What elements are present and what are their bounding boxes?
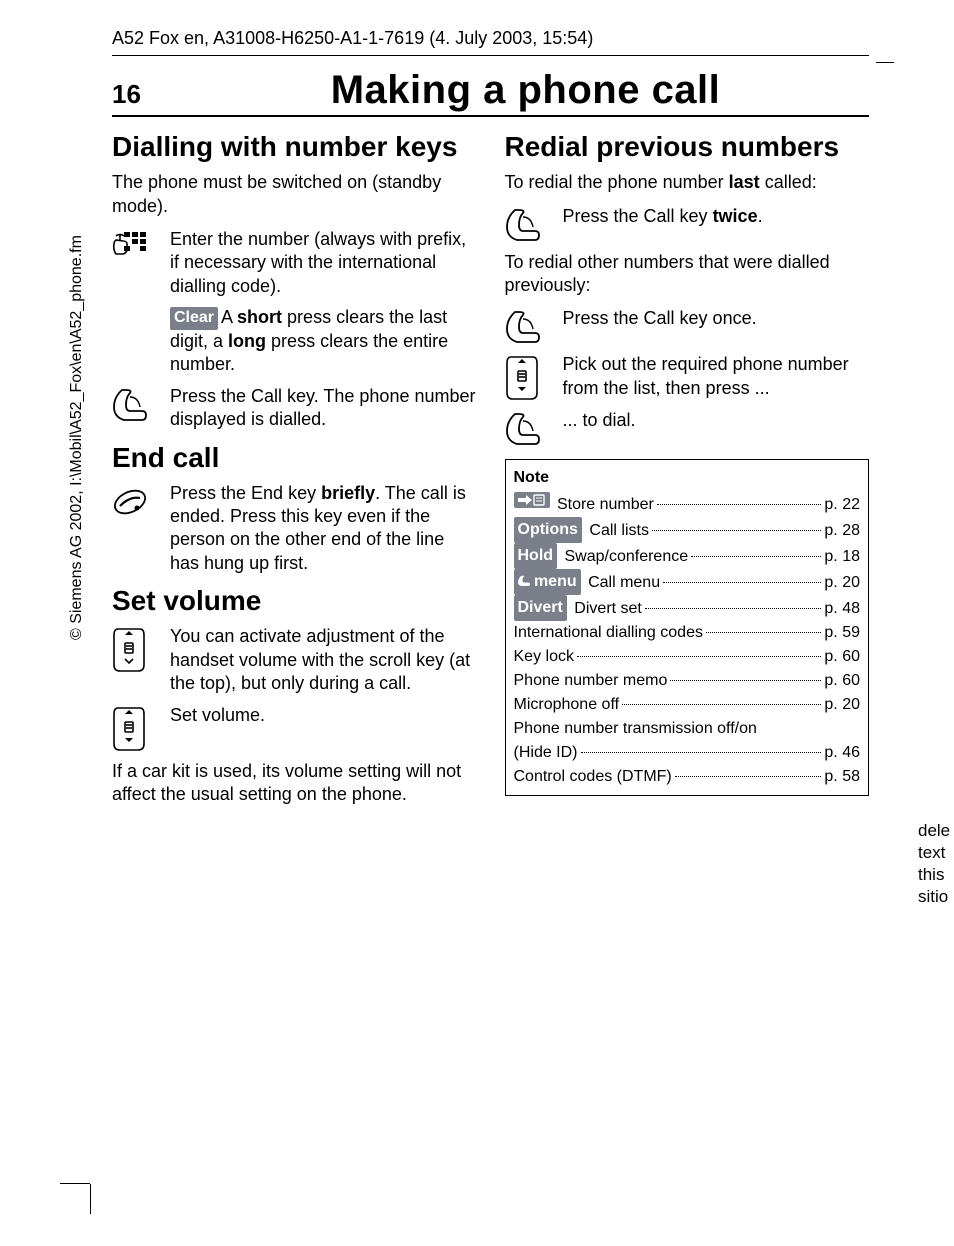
note-title: Note (514, 466, 861, 490)
note-line: Microphone offp. 20 (514, 693, 861, 717)
call-key-icon (505, 205, 563, 243)
end-key-icon (112, 482, 170, 520)
heading-redial: Redial previous numbers (505, 131, 870, 163)
heading-end-call: End call (112, 442, 477, 474)
scroll-key-icon (112, 704, 170, 752)
clear-key-label: Clear (170, 307, 218, 330)
options-label: Options (514, 517, 582, 543)
press-twice-text: Press the Call key twice. (563, 205, 870, 228)
vol-set-text: Set volume. (170, 704, 477, 727)
heading-dialling: Dialling with number keys (112, 131, 477, 163)
page-title: Making a phone call (182, 68, 869, 113)
copyright-sideways: © Siemens AG 2002, I:\Mobil\A52_Fox\en\A… (68, 140, 86, 640)
end-call-text: Press the End key briefly. The call is e… (170, 482, 477, 576)
running-head: A52 Fox en, A31008-H6250-A1-1-7619 (4. J… (112, 28, 869, 49)
head-rule (112, 55, 869, 56)
note-line: Divert Divert setp. 48 (514, 595, 861, 621)
dial-enter-text: Enter the number (always with prefix, if… (170, 229, 466, 296)
divert-label: Divert (514, 595, 567, 621)
hold-label: Hold (514, 543, 558, 569)
note-line: Key lockp. 60 (514, 645, 861, 669)
heading-set-volume: Set volume (112, 585, 477, 617)
note-line: Phone number transmission off/on(Hide ID… (514, 717, 861, 765)
note-line: International dialling codesp. 59 (514, 621, 861, 645)
right-column: Redial previous numbers To redial the ph… (505, 131, 870, 816)
vol-activate-text: You can activate adjustment of the hands… (170, 625, 477, 695)
call-menu-label: menu (514, 569, 581, 595)
pick-out-text: Pick out the required phone number from … (563, 353, 870, 400)
note-line: Control codes (DTMF)p. 58 (514, 765, 861, 789)
dial-intro: The phone must be switched on (standby m… (112, 171, 477, 218)
note-line: Options Call listsp. 28 (514, 517, 861, 543)
page-number: 16 (112, 79, 182, 110)
scroll-key-up-icon (112, 625, 170, 673)
press-call-text: Press the Call key. The phone number dis… (170, 385, 477, 432)
marginal-cut-text: dele text this sitio (918, 820, 954, 908)
store-icon (514, 492, 550, 508)
note-line: Store numberp. 22 (514, 492, 861, 517)
left-column: Dialling with number keys The phone must… (112, 131, 477, 816)
vol-note-text: If a car kit is used, its volume setting… (112, 760, 477, 807)
redial-intro: To redial the phone number last called: (505, 171, 870, 194)
call-key-icon (505, 307, 563, 345)
note-box: Note Store numberp. 22Options Call lists… (505, 459, 870, 796)
redial-other-intro: To redial other numbers that were dialle… (505, 251, 870, 298)
note-line: Hold Swap/conferencep. 18 (514, 543, 861, 569)
note-line: Phone number memop. 60 (514, 669, 861, 693)
scroll-key-icon (505, 353, 563, 401)
clear-text: ClearA short press clears the last digit… (170, 306, 477, 377)
call-key-icon (112, 385, 170, 423)
note-line: menu Call menup. 20 (514, 569, 861, 595)
press-once-text: Press the Call key once. (563, 307, 870, 330)
to-dial-text: ... to dial. (563, 409, 870, 432)
keypad-icon (112, 228, 170, 266)
title-row: 16 Making a phone call (112, 68, 869, 117)
call-key-icon (505, 409, 563, 447)
